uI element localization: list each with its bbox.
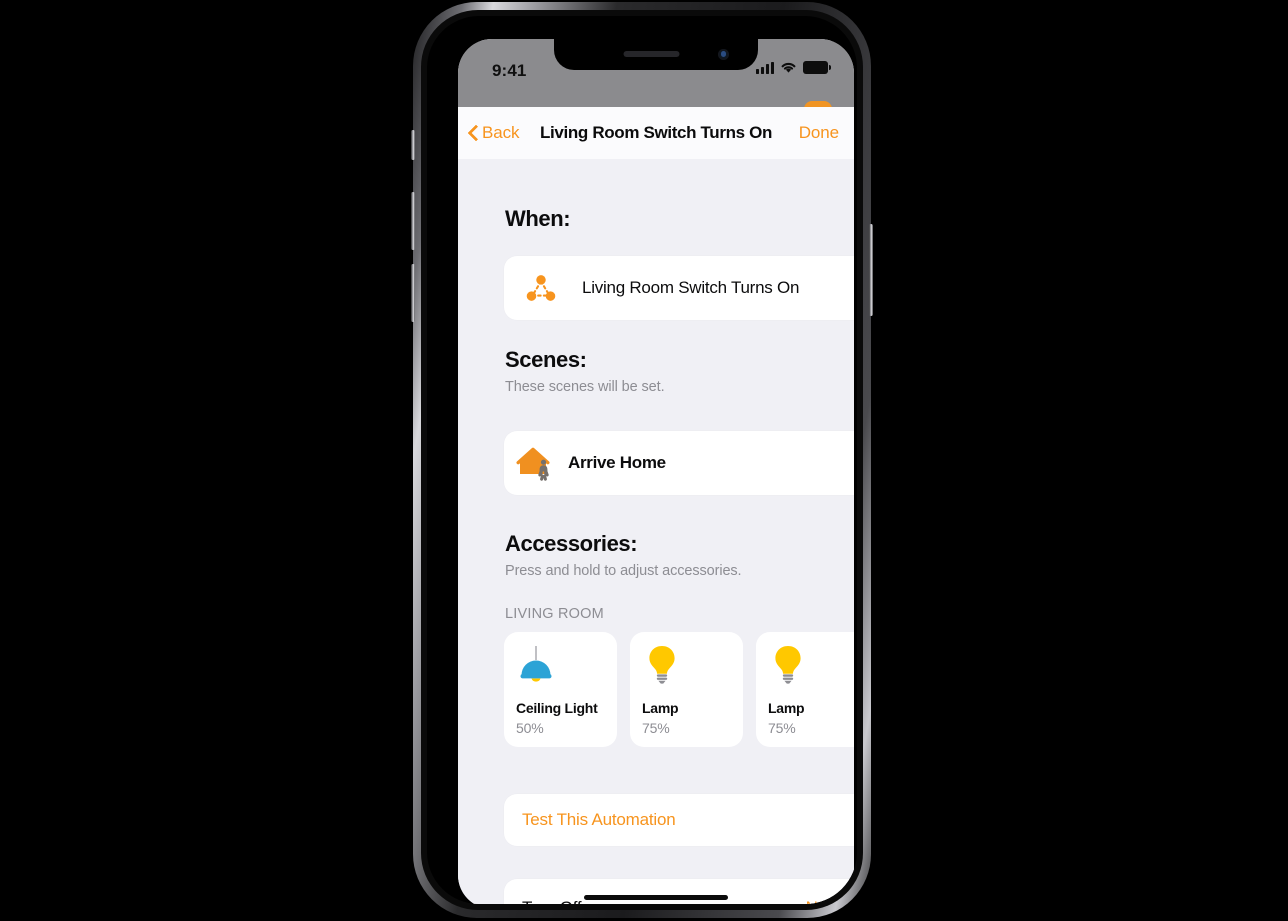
automation-detail-content: When: Living Room Switch Turns On Scenes…: [458, 159, 854, 904]
house-with-person-icon: [516, 447, 550, 481]
home-indicator[interactable]: [584, 894, 728, 900]
test-automation-button[interactable]: Test This Automation: [504, 794, 854, 846]
accessory-value: 50%: [516, 720, 544, 736]
scenes-section-heading: Scenes:: [505, 347, 587, 372]
test-automation-label: Test This Automation: [522, 810, 676, 829]
navigation-bar: Back Living Room Switch Turns On Done: [458, 107, 854, 159]
accessory-name: Ceiling Light: [516, 700, 598, 716]
turn-off-row[interactable]: Turn Off Never: [504, 879, 854, 904]
battery-icon: [803, 61, 832, 74]
status-bar-indicators: [755, 61, 832, 74]
accessory-tile-ceiling-light[interactable]: Ceiling Light 50%: [504, 632, 617, 747]
page-title: Living Room Switch Turns On: [540, 123, 773, 142]
earpiece-speaker: [623, 51, 680, 57]
power-button[interactable]: [869, 224, 873, 316]
room-group-label: LIVING ROOM: [505, 606, 604, 622]
back-button-label: Back: [482, 123, 520, 142]
scene-row-arrive-home[interactable]: Arrive Home: [504, 431, 854, 495]
trigger-label: Living Room Switch Turns On: [582, 278, 800, 297]
device-notch: [554, 39, 758, 70]
light-bulb-icon: [649, 646, 675, 684]
accessories-section-subtitle: Press and hold to adjust accessories.: [505, 563, 742, 579]
pendant-ceiling-light-icon: [520, 646, 552, 682]
ring-silent-switch[interactable]: [411, 130, 415, 160]
chevron-left-icon: [467, 123, 480, 143]
accessories-section-heading: Accessories:: [505, 531, 638, 556]
light-bulb-icon: [775, 646, 801, 684]
wifi-icon: [781, 62, 796, 73]
accessory-value: 75%: [768, 720, 796, 736]
accessory-tile-lamp-2[interactable]: Lamp 75%: [756, 632, 854, 747]
phone-screen: 9:41 Back Living Room Switch Turns On Do…: [458, 39, 854, 904]
turn-off-label: Turn Off: [522, 898, 582, 904]
scenes-section-subtitle: These scenes will be set.: [505, 379, 665, 395]
trigger-row[interactable]: Living Room Switch Turns On: [504, 256, 854, 320]
when-section-heading: When:: [505, 206, 571, 231]
signal-bars-icon: [755, 61, 774, 74]
volume-up-button[interactable]: [411, 192, 415, 250]
iphone-device-frame: 9:41 Back Living Room Switch Turns On Do…: [411, 2, 873, 918]
accessory-tile-grid: Ceiling Light 50% Lamp 75% Lamp 75%: [504, 632, 854, 747]
front-camera: [718, 48, 729, 60]
scene-label: Arrive Home: [568, 453, 666, 472]
accessory-name: Lamp: [642, 700, 679, 716]
accessory-tile-lamp-1[interactable]: Lamp 75%: [630, 632, 743, 747]
done-button[interactable]: Done: [799, 123, 839, 143]
accessory-name: Lamp: [768, 700, 805, 716]
accessory-value: 75%: [642, 720, 670, 736]
screenshot-canvas: 9:41 Back Living Room Switch Turns On Do…: [0, 0, 1288, 921]
status-bar-time: 9:41: [492, 61, 527, 80]
back-button[interactable]: Back: [467, 123, 520, 143]
device-screen-bezel: 9:41 Back Living Room Switch Turns On Do…: [427, 16, 857, 904]
automation-trigger-icon: [526, 275, 556, 301]
turn-off-value: Never: [806, 898, 851, 904]
volume-down-button[interactable]: [411, 264, 415, 322]
